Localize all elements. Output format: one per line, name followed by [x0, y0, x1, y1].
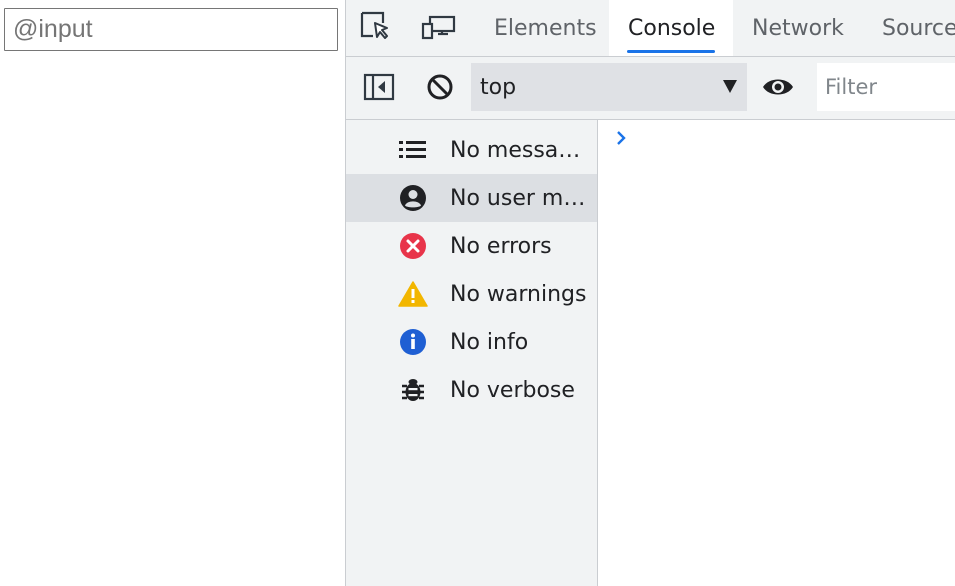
tab-network[interactable]: Network: [733, 0, 855, 56]
devtools-panel: Elements Console Network Sources top: [345, 0, 955, 586]
user-icon: [398, 183, 428, 213]
sidebar-item-label: No info: [450, 329, 529, 355]
console-prompt-chevron-icon: [615, 130, 627, 150]
list-icon: [398, 135, 428, 165]
device-toolbar-icon[interactable]: [421, 10, 457, 44]
sidebar-item-label: No warnings: [450, 281, 587, 307]
tab-label: Sources: [882, 15, 955, 41]
tab-sources[interactable]: Sources: [863, 0, 955, 56]
bug-icon: [398, 375, 428, 405]
tab-label: Network: [752, 15, 844, 41]
sidebar-item-label: No messages: [450, 137, 592, 163]
info-icon: [398, 327, 428, 357]
sidebar-item-messages[interactable]: No messages: [346, 126, 597, 174]
sidebar-item-label: No user messages: [450, 185, 592, 211]
warning-icon: [398, 279, 428, 309]
filter-input[interactable]: [817, 63, 955, 111]
show-sidebar-icon[interactable]: [361, 70, 397, 104]
clear-console-icon[interactable]: [422, 70, 458, 104]
sidebar-item-user-messages[interactable]: No user messages: [346, 174, 597, 222]
sidebar-item-verbose[interactable]: No verbose: [346, 366, 597, 414]
console-output[interactable]: [599, 120, 955, 586]
context-select[interactable]: top: [471, 63, 747, 111]
chevron-down-icon: [723, 80, 737, 93]
sidebar-item-info[interactable]: No info: [346, 318, 597, 366]
error-icon: [398, 231, 428, 261]
sidebar-item-label: No verbose: [450, 377, 575, 403]
tab-label: Elements: [494, 15, 597, 41]
context-select-value: top: [480, 74, 517, 100]
page-area: [0, 0, 345, 586]
tab-elements[interactable]: Elements: [475, 0, 597, 56]
tab-label: Console: [628, 15, 716, 41]
console-sidebar: No messages No user messages No errors: [346, 120, 598, 586]
tab-console[interactable]: Console: [609, 0, 733, 56]
sidebar-item-label: No errors: [450, 233, 552, 259]
sidebar-item-errors[interactable]: No errors: [346, 222, 597, 270]
inspect-element-icon[interactable]: [358, 10, 394, 44]
page-input[interactable]: [4, 8, 338, 51]
sidebar-item-warnings[interactable]: No warnings: [346, 270, 597, 318]
devtools-tabbar: Elements Console Network Sources: [346, 0, 955, 57]
console-toolbar: top: [346, 57, 955, 120]
live-expression-eye-icon[interactable]: [760, 70, 796, 104]
